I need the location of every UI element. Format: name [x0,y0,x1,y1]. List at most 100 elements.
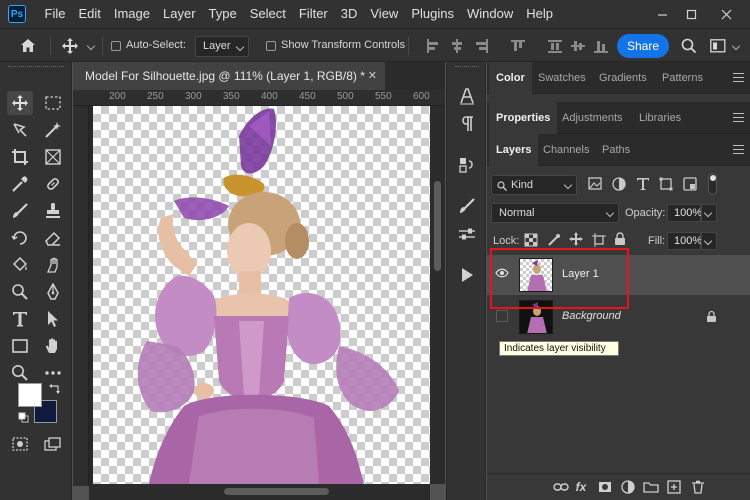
move-tool-icon[interactable] [61,37,79,58]
maximize-icon[interactable] [677,0,705,28]
menu-select[interactable]: Select [243,0,292,28]
opacity-dropdown[interactable] [701,204,717,222]
filter-pixel-icon[interactable] [588,177,602,194]
type-tool-icon[interactable] [7,307,33,331]
tab-swatches[interactable]: Swatches [538,62,586,94]
adjustment-icon[interactable] [620,480,636,494]
tab-layers[interactable]: Layers [489,134,539,166]
lasso-tool-icon[interactable] [7,118,33,142]
paragraph-panel-icon[interactable] [455,113,479,135]
menu-edit[interactable]: Edit [72,0,107,28]
marquee-tool-icon[interactable] [40,91,66,115]
panel-menu-icon[interactable] [733,73,744,82]
menu-filter[interactable]: Filter [292,0,334,28]
history-brush-icon[interactable] [7,226,33,250]
eyedropper-icon[interactable] [7,172,33,196]
tab-adjustments[interactable]: Adjustments [562,102,623,134]
tab-properties[interactable]: Properties [489,102,558,134]
menu-3d[interactable]: 3D [334,0,364,28]
close-window-icon[interactable] [712,0,740,28]
distribute-vertical-icon[interactable] [548,39,562,53]
show-transform-checkbox[interactable] [266,41,276,51]
workspace-icon[interactable] [710,39,726,56]
panel-menu-icon[interactable] [733,145,744,154]
new-layer-icon[interactable] [666,480,682,494]
fill-input[interactable]: 100% [667,232,702,250]
adjustments-sliders-icon[interactable] [455,223,479,245]
group-icon[interactable] [643,480,659,494]
tab-channels[interactable]: Channels [543,134,589,166]
menu-help[interactable]: Help [520,0,560,28]
pen-tool-icon[interactable] [40,280,66,304]
filter-toggle[interactable] [708,173,717,195]
dodge-tool-icon[interactable] [7,280,33,304]
move-tool-icon[interactable] [7,91,33,115]
zoom-tool-icon[interactable] [7,361,33,385]
rectangle-tool-icon[interactable] [7,334,33,358]
healing-brush-icon[interactable] [40,172,66,196]
fx-icon[interactable]: fx [573,480,589,494]
document-tab[interactable]: Model For Silhouette.jpg @ 111% (Layer 1… [73,62,385,90]
path-selection-icon[interactable] [40,307,66,331]
history-panel-icon[interactable] [455,154,479,176]
lock-position-icon[interactable] [569,232,583,249]
visibility-empty-box[interactable] [496,310,508,322]
menu-file[interactable]: File [38,0,72,28]
magic-wand-icon[interactable] [40,118,66,142]
frame-tool-icon[interactable] [40,145,66,169]
tab-patterns[interactable]: Patterns [662,62,703,94]
canvas-area[interactable] [89,106,430,484]
fill-dropdown[interactable] [701,232,717,250]
close-tab-icon[interactable]: ✕ [368,62,377,90]
filter-adjustment-icon[interactable] [612,177,626,194]
screen-mode-icon[interactable] [44,437,62,454]
menu-image[interactable]: Image [107,0,156,28]
crop-tool-icon[interactable] [7,145,33,169]
actions-play-icon[interactable] [455,264,479,286]
swap-colors-icon[interactable] [49,382,61,397]
horizontal-scrollbar[interactable] [89,484,430,500]
tab-gradients[interactable]: Gradients [599,62,647,94]
eraser-tool-icon[interactable] [40,226,66,250]
align-center-h-icon[interactable] [450,39,464,53]
hand-tool-icon[interactable] [40,334,66,358]
workspace-chevron-icon[interactable] [731,41,741,51]
smudge-tool-icon[interactable] [40,253,66,277]
align-left-icon[interactable] [426,39,440,53]
brush-tool-icon[interactable] [7,199,33,223]
chevron-down-icon[interactable] [86,41,96,51]
share-button[interactable]: Share [617,34,669,58]
trash-icon[interactable] [690,480,706,494]
blend-mode-dropdown[interactable]: Normal [491,203,619,223]
lock-all-icon[interactable] [614,232,626,249]
link-icon[interactable] [553,480,569,494]
align-middle-v-icon[interactable] [571,39,585,53]
search-icon[interactable] [681,38,697,57]
filter-shape-icon[interactable] [659,177,673,194]
mask-icon[interactable] [597,480,613,494]
paint-bucket-icon[interactable] [7,253,33,277]
layer-name-background[interactable]: Background [562,310,621,322]
filter-smart-object-icon[interactable] [683,177,697,194]
quick-mask-icon[interactable] [12,437,28,454]
layer-filter-dropdown[interactable]: Kind [491,175,577,195]
default-colors-icon[interactable] [18,412,29,426]
align-top-icon[interactable] [511,39,525,53]
vertical-scrollbar[interactable] [430,106,445,484]
auto-select-target-dropdown[interactable]: Layer [195,36,249,57]
foreground-color-swatch[interactable] [18,383,42,407]
tab-paths[interactable]: Paths [602,134,630,166]
panel-menu-icon[interactable] [733,113,744,122]
stamp-tool-icon[interactable] [40,199,66,223]
menu-plugins[interactable]: Plugins [405,0,461,28]
character-panel-icon[interactable] [455,85,479,107]
auto-select-checkbox[interactable] [111,41,121,51]
tab-color[interactable]: Color [489,62,532,94]
home-icon[interactable] [19,37,37,56]
opacity-input[interactable]: 100% [667,204,702,222]
brush-settings-icon[interactable] [455,195,479,217]
menu-view[interactable]: View [364,0,405,28]
align-bottom-icon[interactable] [594,39,608,53]
minimize-icon[interactable] [648,0,676,28]
menu-layer[interactable]: Layer [157,0,203,28]
